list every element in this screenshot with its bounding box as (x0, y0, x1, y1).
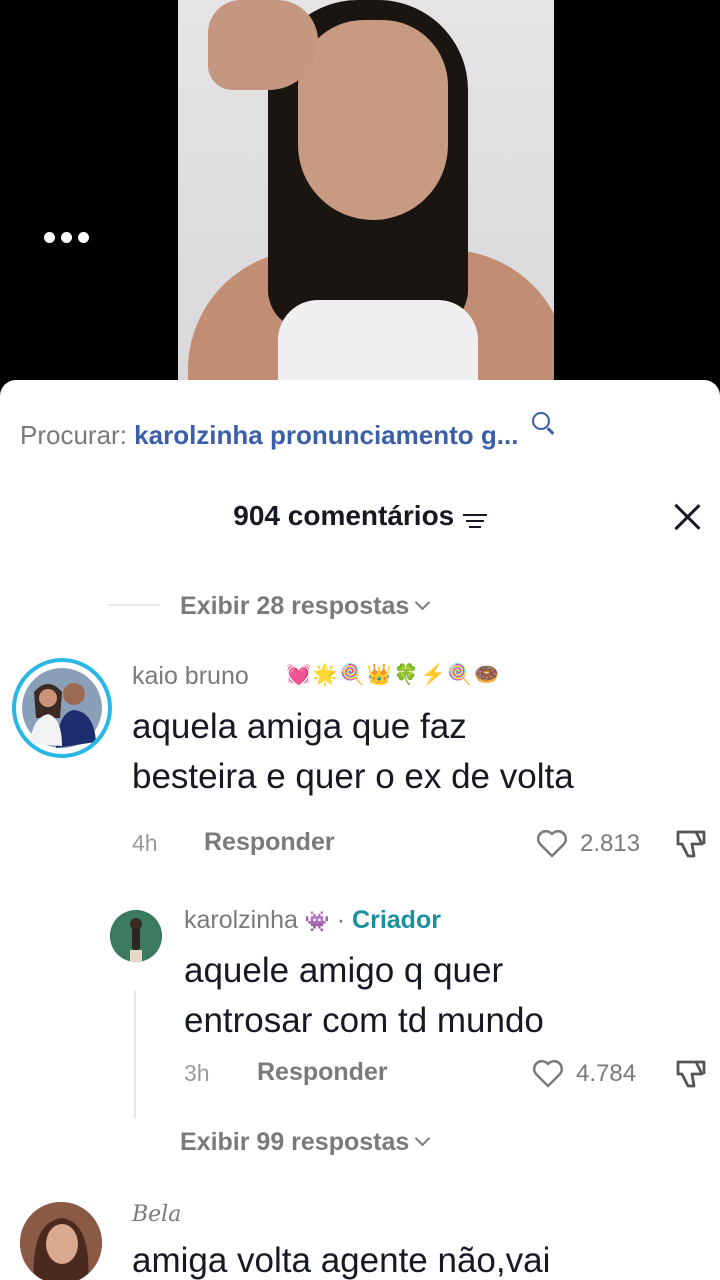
reply-username[interactable]: karolzinha (184, 906, 298, 934)
thread-line (134, 990, 136, 1118)
like-count: 2.813 (580, 830, 641, 857)
avatar-photo (20, 1202, 102, 1280)
reply-button[interactable]: Responder (204, 828, 335, 857)
creator-badge: Criador (352, 906, 441, 934)
heart-icon[interactable] (536, 828, 568, 858)
comment-text-line: aquele amigo q quer (184, 951, 504, 990)
replies-divider (108, 604, 160, 606)
video-person-hand (208, 0, 318, 90)
username-emoji: 👾 (304, 911, 330, 933)
comment-text-line: besteira e quer o ex de volta (132, 757, 574, 796)
reply-username-row: karolzinha 👾 · Criador (184, 906, 441, 935)
search-prefix: Procurar: (20, 420, 127, 450)
reply-button[interactable]: Responder (257, 1058, 388, 1087)
video-person-top (278, 300, 478, 380)
view-replies-button[interactable]: Exibir 28 respostas (180, 592, 431, 621)
comment-text: amiga volta agente não,vai (132, 1241, 551, 1280)
avatar-photo (22, 668, 102, 748)
filter-icon[interactable] (462, 512, 487, 530)
separator: · (336, 906, 346, 934)
chevron-down-icon (415, 594, 431, 611)
search-icon[interactable] (531, 412, 550, 430)
avatar[interactable] (12, 658, 112, 758)
comment-time: 4h (132, 830, 158, 856)
chevron-down-icon (415, 1130, 431, 1147)
comment-count: 904 comentários (233, 500, 455, 531)
view-replies-button[interactable]: Exibir 99 respostas (180, 1128, 431, 1157)
reply-text: aquele amigo q quer entrosar com td mund… (184, 946, 544, 1046)
username-emojis: 💓🌟🍭👑🍀⚡🍭🍩 (286, 664, 502, 686)
comment-username[interactable]: kaio bruno (132, 662, 249, 691)
search-query-link[interactable]: karolzinha pronunciamento g... (134, 420, 518, 450)
comments-sheet: Procurar: karolzinha pronunciamento g...… (0, 380, 720, 1280)
more-dots-icon[interactable] (44, 232, 89, 243)
comment-text: aquela amiga que faz besteira e quer o e… (132, 702, 574, 802)
video-frame (178, 0, 554, 380)
heart-icon[interactable] (532, 1058, 564, 1088)
dislike-icon[interactable] (672, 1056, 708, 1092)
reply-time: 3h (184, 1060, 210, 1086)
avatar[interactable] (20, 1202, 102, 1280)
search-suggestion[interactable]: Procurar: karolzinha pronunciamento g... (20, 412, 550, 451)
comments-header: 904 comentários (0, 500, 720, 532)
comment-username[interactable]: Bela (132, 1202, 181, 1227)
view-replies-label: Exibir 28 respostas (180, 592, 410, 620)
view-replies-label: Exibir 99 respostas (180, 1128, 410, 1156)
video-player[interactable] (0, 0, 720, 400)
avatar[interactable] (110, 910, 162, 962)
avatar-photo (110, 910, 162, 962)
close-icon[interactable] (672, 502, 702, 532)
comment-text-line: entrosar com td mundo (184, 1001, 544, 1040)
dislike-icon[interactable] (672, 826, 708, 862)
comment-text-line: aquela amiga que faz (132, 707, 467, 746)
like-count: 4.784 (576, 1060, 637, 1087)
video-person-face (298, 20, 448, 220)
